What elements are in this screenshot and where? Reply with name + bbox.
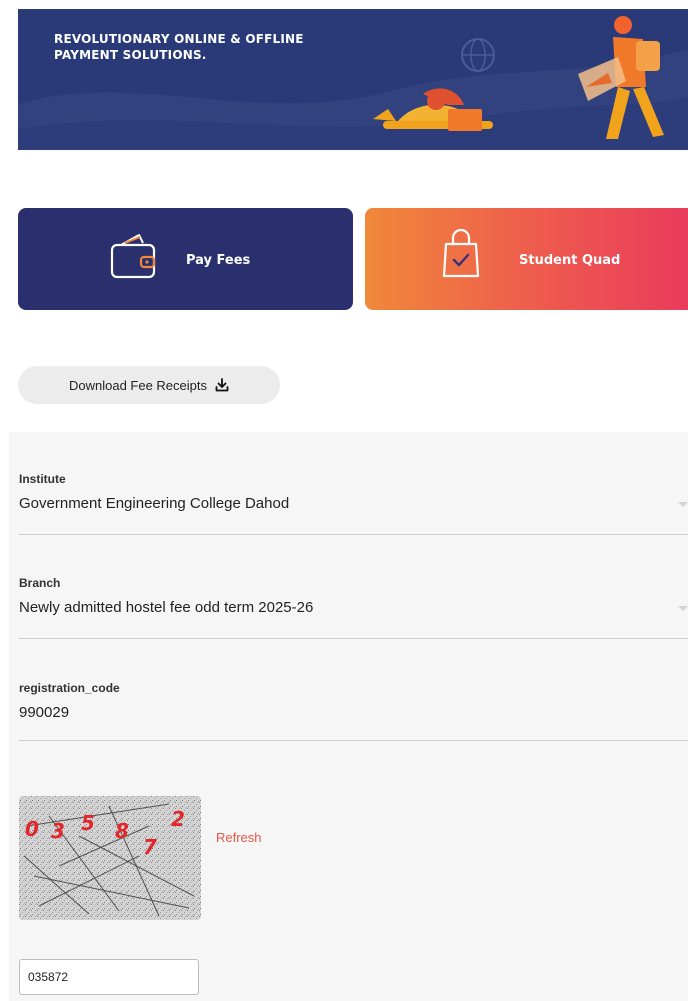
chevron-down-icon [678,502,688,507]
branch-value: Newly admitted hostel fee odd term 2025-… [19,599,314,616]
student-quad-label: Student Quad [519,253,621,268]
promo-banner: REVOLUTIONARY ONLINE & OFFLINE PAYMENT S… [18,9,688,150]
institute-label: Institute [19,472,66,486]
institute-select[interactable]: Institute Government Engineering College… [19,472,688,535]
captcha-input[interactable] [19,959,199,995]
download-label: Download Fee Receipts [68,377,208,393]
download-icon [215,378,229,392]
captcha-image: 0 3 5 8 7 2 [19,796,201,920]
captcha-char: 0 [25,817,39,841]
captcha-refresh-link[interactable]: Refresh [216,830,262,845]
captcha-char: 7 [143,835,157,859]
institute-value: Government Engineering College Dahod [19,495,290,512]
pay-fees-tile[interactable]: Pay Fees [18,208,353,310]
captcha-char: 8 [115,819,129,843]
captcha-char: 3 [51,819,65,843]
fee-payment-form: Institute Government Engineering College… [9,432,688,1001]
branch-select[interactable]: Branch Newly admitted hostel fee odd ter… [19,576,688,639]
captcha-char: 2 [171,807,185,831]
registration-code-value: 990029 [19,704,70,721]
branch-underline [19,638,688,639]
chevron-down-icon [678,606,688,611]
registration-code-label: registration_code [19,681,120,695]
captcha-char: 5 [81,811,95,835]
branch-label: Branch [19,576,61,590]
pay-fees-label: Pay Fees [186,253,251,268]
download-fee-receipts-button[interactable]: Download Fee Receipts [18,366,280,404]
student-quad-tile[interactable]: Student Quad [365,208,688,310]
registration-code-field[interactable]: registration_code 990029 [19,681,688,741]
registration-underline [19,740,688,741]
wallet-icon [107,231,159,288]
banner-title: REVOLUTIONARY ONLINE & OFFLINE PAYMENT S… [54,32,304,62]
institute-underline [19,534,688,535]
shopping-bag-icon [441,228,481,285]
